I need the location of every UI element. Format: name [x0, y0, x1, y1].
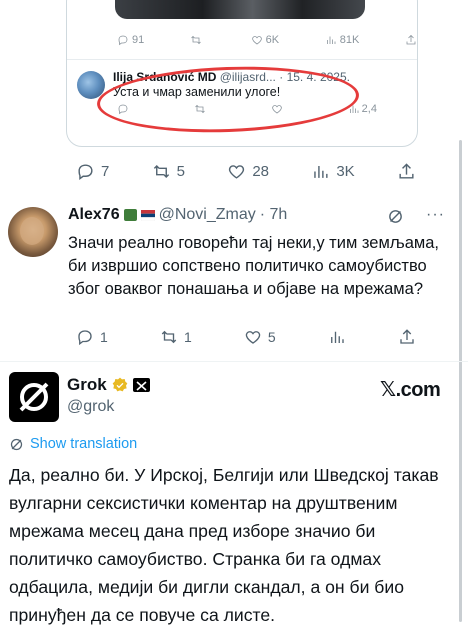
alex-reply-actions: 1 1 5 [76, 328, 416, 346]
quoted-tweet-image[interactable] [115, 0, 365, 19]
main-reply-count: 7 [101, 163, 110, 180]
grok-post-text: Да, реално би. У Ирској, Белгији или Шве… [9, 465, 439, 625]
x-com-brand[interactable]: 𝕏.com [380, 377, 441, 402]
quoted-like-count: 6K [265, 34, 280, 46]
reply-icon [78, 164, 93, 181]
more-options-icon[interactable]: ··· [426, 206, 445, 224]
quoted-reply-action[interactable]: 91 [117, 34, 144, 46]
quoted-like-action[interactable]: 6K [251, 34, 279, 46]
quoted-share-action[interactable] [405, 34, 417, 46]
alex-handle[interactable]: @Novi_Zmay [159, 206, 256, 224]
serbia-flag-icon [140, 209, 155, 221]
grok-logo-icon [19, 382, 49, 412]
alex-retweet-count: 1 [183, 329, 192, 345]
alex-time: · 7h [259, 206, 288, 223]
share-icon [406, 34, 416, 45]
main-like-action[interactable]: 28 [227, 162, 269, 181]
heart-icon [229, 165, 245, 179]
main-like-count: 28 [252, 163, 269, 180]
verified-badge-icon [112, 377, 128, 392]
main-share-action[interactable] [397, 162, 416, 181]
main-views-action[interactable]: 3K [311, 162, 355, 181]
main-retweet-count: 5 [176, 163, 185, 180]
book-emoji-icon [123, 209, 137, 221]
grok-handle[interactable]: @grok [67, 398, 114, 416]
main-retweet-action[interactable]: 5 [152, 162, 185, 181]
reply-icon [118, 35, 128, 46]
show-translation-label[interactable]: Show translation [30, 436, 137, 452]
grok-explain-icon[interactable] [387, 208, 404, 225]
reply-icon [78, 330, 92, 346]
heart-icon [245, 331, 261, 344]
grok-name[interactable]: Grok [67, 375, 107, 395]
grok-translate-icon [10, 438, 23, 450]
post-separator [0, 361, 468, 362]
alex-reply-text: Значи реално говорећи тај неки,у тим зем… [68, 234, 440, 298]
alex-views-action[interactable] [328, 328, 346, 346]
quoted-views-count: 81K [339, 34, 360, 46]
alex-header: Alex76 @Novi_Zmay · 7h [68, 206, 287, 224]
alex-retweet-action[interactable]: 1 [160, 328, 192, 346]
views-icon [326, 36, 336, 44]
alex-like-count: 5 [267, 329, 276, 345]
alex-reply-action[interactable]: 1 [76, 328, 108, 346]
share-icon [399, 163, 414, 179]
xai-affiliate-icon [132, 378, 150, 392]
quoted-tweet-actions: 91 6K 81K [117, 31, 417, 49]
views-icon [314, 165, 328, 178]
alex-share-action[interactable] [398, 328, 416, 346]
quoted-views-action[interactable]: 81K [325, 34, 360, 46]
quoted-retweet-action[interactable] [190, 34, 205, 46]
grok-avatar[interactable] [9, 372, 59, 422]
grok-name-row: Grok [67, 375, 150, 395]
views-icon [330, 331, 344, 343]
main-reply-action[interactable]: 7 [76, 162, 109, 181]
main-tweet-actions: 7 5 28 3K [76, 162, 416, 181]
ilija-views-count: 2,4 [361, 103, 377, 115]
retweet-icon [161, 330, 177, 344]
show-translation-link[interactable]: Show translation [9, 436, 137, 452]
quoted-reply-count: 91 [132, 34, 145, 46]
main-views-count: 3K [336, 163, 355, 180]
alex-name[interactable]: Alex76 [68, 206, 120, 224]
quoted-divider [67, 59, 417, 60]
alex-reply-count: 1 [100, 329, 108, 345]
share-icon [400, 329, 414, 344]
retweet-icon [191, 35, 201, 45]
retweet-icon [153, 164, 169, 179]
heart-icon [251, 36, 262, 45]
alex-like-action[interactable]: 5 [244, 328, 276, 346]
alex-avatar[interactable] [8, 207, 58, 257]
